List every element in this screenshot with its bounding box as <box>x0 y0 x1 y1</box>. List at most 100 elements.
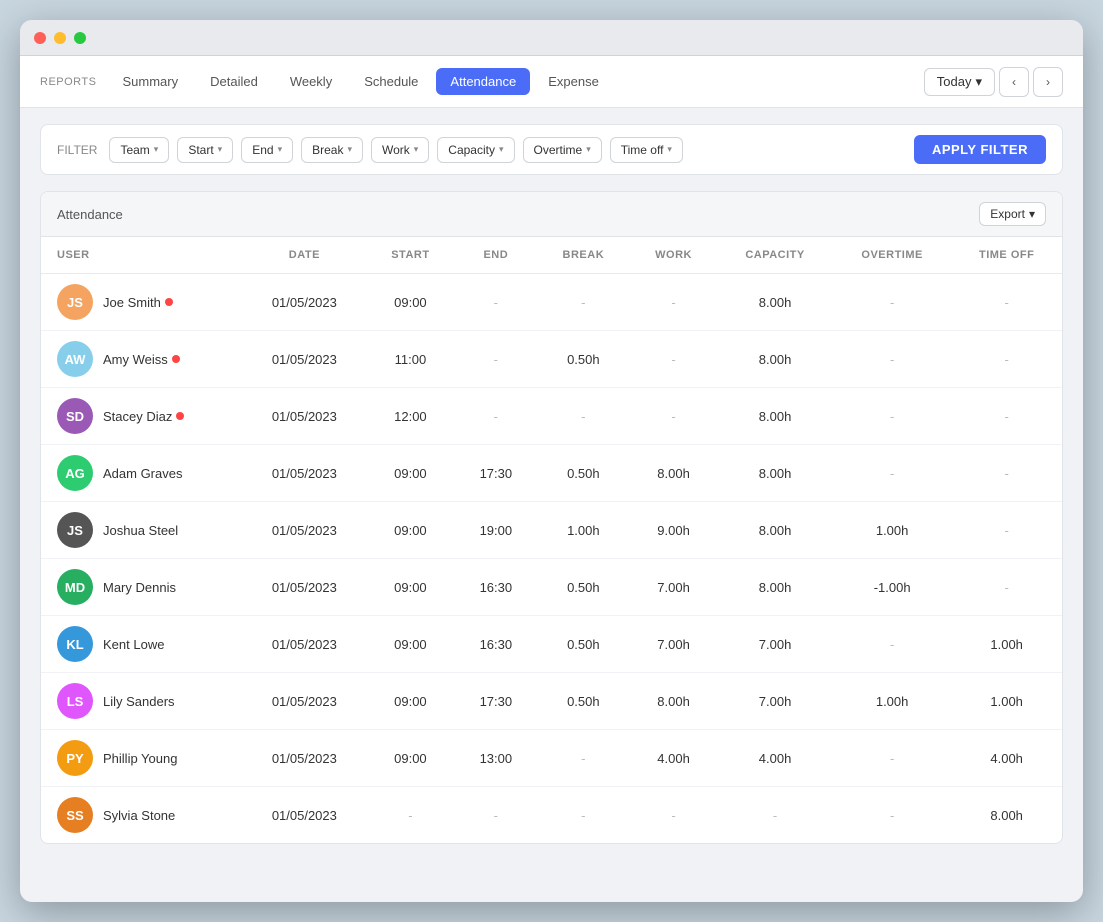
filter-time-off[interactable]: Time off ▾ <box>610 137 683 163</box>
end-cell: - <box>455 274 537 331</box>
break-cell: 1.00h <box>537 502 630 559</box>
table-row: MD Mary Dennis 01/05/2023 09:00 16:30 0.… <box>41 559 1062 616</box>
chevron-down-icon: ▾ <box>586 144 591 155</box>
work-cell: 7.00h <box>630 616 717 673</box>
user-name: Phillip Young <box>103 751 177 766</box>
filter-bar: FILTER Team ▾ Start ▾ End ▾ Break ▾ Work… <box>40 124 1063 175</box>
end-cell: - <box>455 331 537 388</box>
break-cell: 0.50h <box>537 445 630 502</box>
capacity-cell: - <box>717 787 833 844</box>
user-name: Adam Graves <box>103 466 182 481</box>
chevron-down-icon: ▾ <box>414 144 419 155</box>
start-cell: 09:00 <box>366 445 455 502</box>
online-status-icon <box>176 412 184 420</box>
avatar: JS <box>57 284 93 320</box>
filter-end[interactable]: End ▾ <box>241 137 293 163</box>
tab-detailed[interactable]: Detailed <box>196 68 272 95</box>
user-cell: JS Joe Smith <box>41 274 243 331</box>
title-bar <box>20 20 1083 56</box>
start-cell: 09:00 <box>366 730 455 787</box>
start-cell: - <box>366 787 455 844</box>
work-cell: - <box>630 388 717 445</box>
app-window: REPORTS Summary Detailed Weekly Schedule… <box>20 20 1083 902</box>
capacity-cell: 7.00h <box>717 673 833 730</box>
attendance-table: USER DATE START END BREAK WORK CAPACITY … <box>41 237 1062 843</box>
tab-attendance[interactable]: Attendance <box>436 68 530 95</box>
tab-weekly[interactable]: Weekly <box>276 68 346 95</box>
filter-capacity[interactable]: Capacity ▾ <box>437 137 514 163</box>
time-off-cell: 8.00h <box>951 787 1062 844</box>
work-cell: 4.00h <box>630 730 717 787</box>
date-cell: 01/05/2023 <box>243 616 366 673</box>
minimize-button[interactable] <box>54 32 66 44</box>
filter-break[interactable]: Break ▾ <box>301 137 363 163</box>
export-button[interactable]: Export ▾ <box>979 202 1046 226</box>
date-cell: 01/05/2023 <box>243 502 366 559</box>
end-cell: 16:30 <box>455 616 537 673</box>
time-off-cell: - <box>951 445 1062 502</box>
time-off-cell: - <box>951 559 1062 616</box>
user-cell: LS Lily Sanders <box>41 673 243 730</box>
tab-schedule[interactable]: Schedule <box>350 68 432 95</box>
filter-work[interactable]: Work ▾ <box>371 137 429 163</box>
user-cell: PY Phillip Young <box>41 730 243 787</box>
user-cell: SD Stacey Diaz <box>41 388 243 445</box>
user-cell: SS Sylvia Stone <box>41 787 243 844</box>
capacity-cell: 8.00h <box>717 502 833 559</box>
avatar: JS <box>57 512 93 548</box>
overtime-cell: - <box>833 616 951 673</box>
avatar: AW <box>57 341 93 377</box>
start-cell: 11:00 <box>366 331 455 388</box>
start-cell: 09:00 <box>366 502 455 559</box>
maximize-button[interactable] <box>74 32 86 44</box>
avatar: KL <box>57 626 93 662</box>
time-off-cell: 4.00h <box>951 730 1062 787</box>
overtime-cell: - <box>833 787 951 844</box>
table-row: AG Adam Graves 01/05/2023 09:00 17:30 0.… <box>41 445 1062 502</box>
online-status-icon <box>165 298 173 306</box>
avatar: SS <box>57 797 93 833</box>
prev-period-button[interactable]: ‹ <box>999 67 1029 97</box>
avatar: AG <box>57 455 93 491</box>
chevron-down-icon: ▾ <box>218 144 223 155</box>
avatar: LS <box>57 683 93 719</box>
user-name: Mary Dennis <box>103 580 176 595</box>
today-button[interactable]: Today ▾ <box>924 68 995 96</box>
chevron-down-icon: ▾ <box>154 144 159 155</box>
break-cell: - <box>537 388 630 445</box>
tab-summary[interactable]: Summary <box>108 68 192 95</box>
start-cell: 09:00 <box>366 616 455 673</box>
date-cell: 01/05/2023 <box>243 274 366 331</box>
table-header-bar: Attendance Export ▾ <box>41 192 1062 237</box>
overtime-cell: - <box>833 331 951 388</box>
filter-label: FILTER <box>57 143 97 157</box>
close-button[interactable] <box>34 32 46 44</box>
time-off-cell: - <box>951 274 1062 331</box>
break-cell: 0.50h <box>537 673 630 730</box>
filter-start[interactable]: Start ▾ <box>177 137 233 163</box>
apply-filter-button[interactable]: APPLY FILTER <box>914 135 1046 164</box>
user-name: Amy Weiss <box>103 352 168 367</box>
filter-team[interactable]: Team ▾ <box>109 137 169 163</box>
table-header-row: USER DATE START END BREAK WORK CAPACITY … <box>41 237 1062 274</box>
nav-bar: REPORTS Summary Detailed Weekly Schedule… <box>20 56 1083 108</box>
chevron-down-icon: ▾ <box>499 144 504 155</box>
capacity-cell: 8.00h <box>717 445 833 502</box>
break-cell: 0.50h <box>537 331 630 388</box>
start-cell: 09:00 <box>366 559 455 616</box>
online-status-icon <box>172 355 180 363</box>
capacity-cell: 8.00h <box>717 388 833 445</box>
overtime-cell: - <box>833 388 951 445</box>
end-cell: 17:30 <box>455 673 537 730</box>
tab-expense[interactable]: Expense <box>534 68 613 95</box>
filter-overtime[interactable]: Overtime ▾ <box>523 137 602 163</box>
user-name: Joe Smith <box>103 295 161 310</box>
col-capacity: CAPACITY <box>717 237 833 274</box>
user-name: Lily Sanders <box>103 694 175 709</box>
user-name: Joshua Steel <box>103 523 178 538</box>
end-cell: - <box>455 787 537 844</box>
start-cell: 12:00 <box>366 388 455 445</box>
table-row: PY Phillip Young 01/05/2023 09:00 13:00 … <box>41 730 1062 787</box>
col-date: DATE <box>243 237 366 274</box>
next-period-button[interactable]: › <box>1033 67 1063 97</box>
